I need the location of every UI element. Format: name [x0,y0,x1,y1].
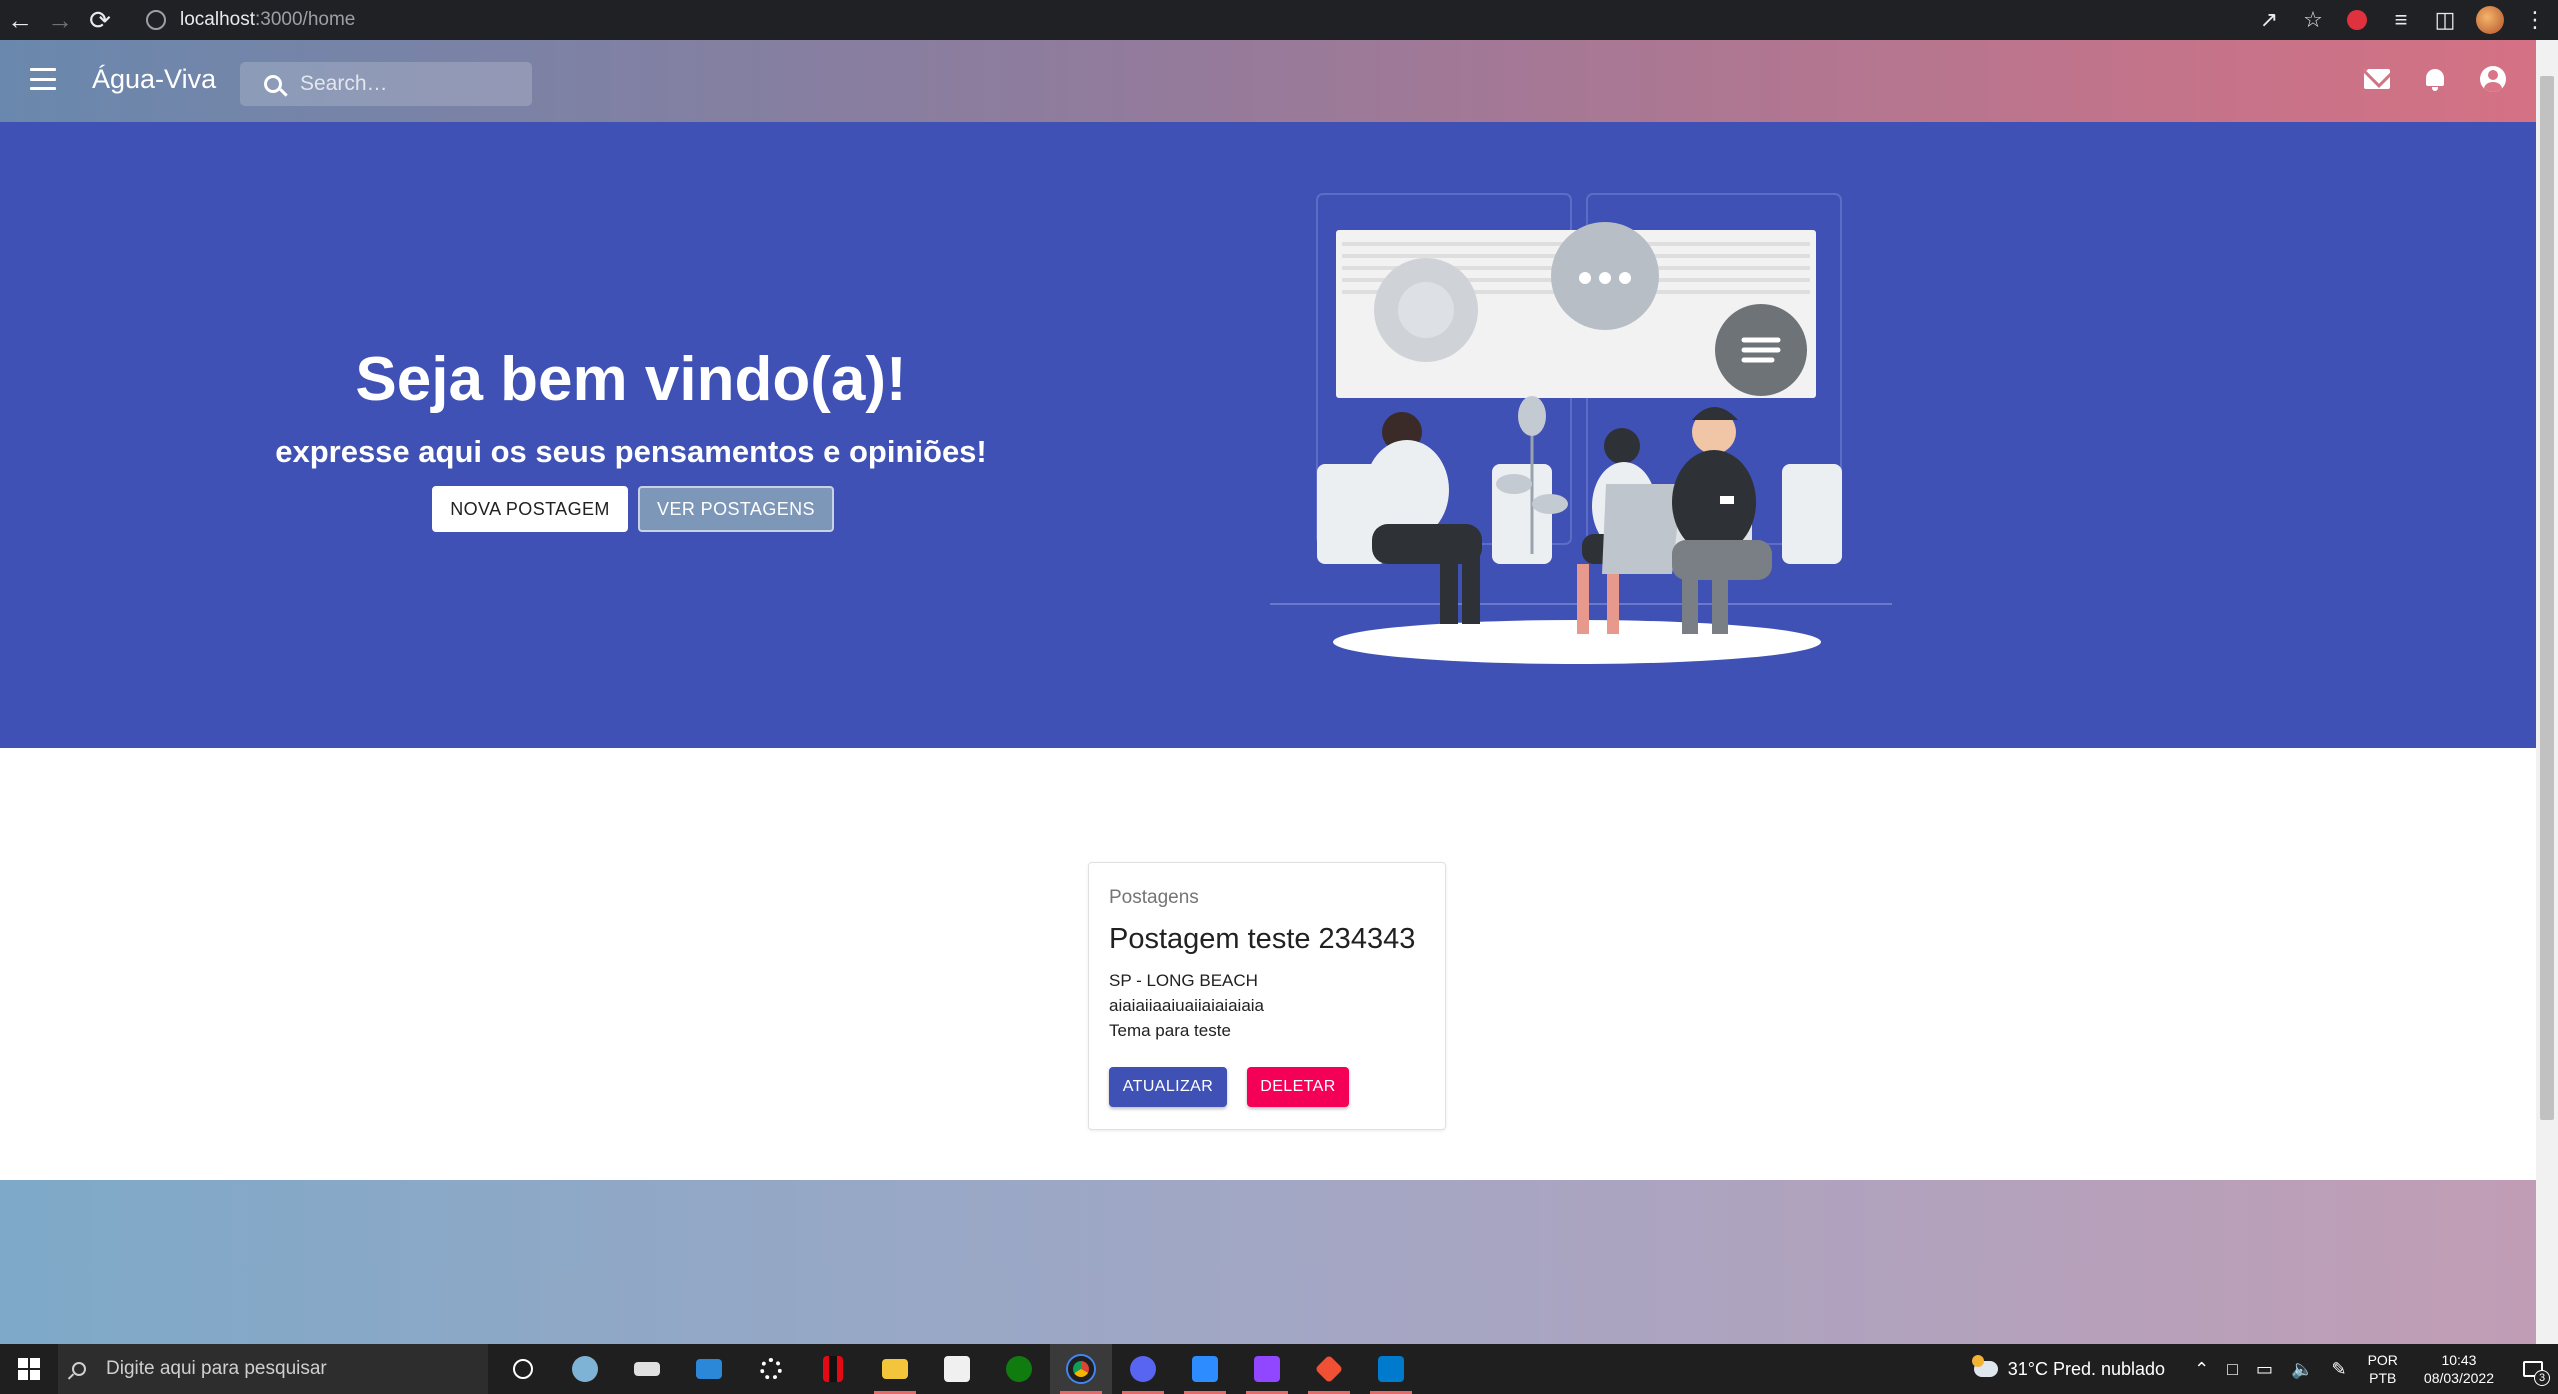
twitch-app-icon[interactable] [1236,1344,1298,1394]
footer [0,1180,2536,1344]
clock-time: 10:43 [2441,1352,2477,1368]
browser-toolbar: ← → ⟳ localhost:3000/home ↗ ☆ ≡ ◫ ⋮ [0,0,2558,40]
browser-actions: ↗ ☆ ≡ ◫ ⋮ [2256,0,2548,40]
keyboard-layout: PTB [2369,1370,2397,1386]
store-app-icon[interactable] [926,1344,988,1394]
page-scrollbar[interactable] [2536,40,2558,1344]
post-text: aiaiaiiaaiuaiiaiaiaiaia [1109,996,1265,1015]
vscode-app-icon[interactable] [1360,1344,1422,1394]
account-icon[interactable] [2480,66,2506,92]
url-host: localhost [180,9,255,30]
post-location: SP - LONG BEACH [1109,971,1258,990]
forward-icon[interactable]: → [40,0,80,40]
back-icon[interactable]: ← [0,0,40,40]
weather-text: 31°C Pred. nublado [2007,1358,2166,1379]
notification-count: 3 [2534,1370,2550,1386]
zoom-app-icon[interactable] [1174,1344,1236,1394]
search-input[interactable] [300,72,520,96]
star-icon[interactable]: ☆ [2300,7,2326,33]
notification-center-icon[interactable]: 3 [2508,1344,2558,1394]
pen-icon[interactable]: ✎ [2331,1359,2346,1380]
notifications-icon[interactable] [2424,67,2446,91]
tab-all-posts[interactable]: TODAS AS POSTAGENS [1062,770,1273,791]
app-bar: Água-Viva [0,40,2536,122]
windows-taskbar: Digite aqui para pesquisar 31°C Pred. nu… [0,1344,2558,1394]
mail-app-icon[interactable] [678,1344,740,1394]
xbox-app-icon[interactable] [988,1344,1050,1394]
menu-icon[interactable] [30,68,56,90]
search-icon [264,75,282,93]
profile-icon[interactable] [2476,6,2504,34]
hero-subtitle: expresse aqui os seus pensamentos e opin… [275,434,987,469]
post-title: Postagem teste 234343 [1109,923,1416,955]
stack-app-icon[interactable] [616,1344,678,1394]
extension-icon[interactable] [2344,7,2370,33]
tab-about[interactable]: SOBRE-NÓS [1332,770,1443,791]
view-posts-button[interactable]: VER POSTAGENS [638,486,834,532]
playlist-icon[interactable]: ≡ [2388,7,2414,33]
clock[interactable]: 10:43 08/03/2022 [2424,1351,2494,1387]
taskbar-search[interactable]: Digite aqui para pesquisar [58,1344,488,1394]
search-field[interactable] [240,62,532,106]
address-bar[interactable]: localhost:3000/home [136,4,2196,36]
tabs-bar: TODAS AS POSTAGENS SOBRE-NÓS [0,746,2536,810]
settings-app-icon[interactable] [740,1344,802,1394]
share-icon[interactable]: ↗ [2256,7,2282,33]
taskbar-apps [492,1344,1422,1394]
discord-app-icon[interactable] [1112,1344,1174,1394]
scrollbar-thumb[interactable] [2540,76,2554,1120]
post-theme: Tema para teste [1109,1021,1231,1040]
new-post-button[interactable]: NOVA POSTAGEM [432,486,628,532]
posts-section: Postagens Postagem teste 234343 SP - LON… [0,812,2536,1180]
appbar-actions [2364,66,2506,92]
paint-app-icon[interactable] [554,1344,616,1394]
hero-section: Seja bem vindo(a)! expresse aqui os seus… [0,122,2536,790]
site-info-icon[interactable] [146,10,166,30]
language-indicator[interactable]: POR PTB [2368,1351,2398,1387]
taskbar-search-placeholder: Digite aqui para pesquisar [106,1358,327,1379]
delete-button[interactable]: DELETAR [1247,1067,1349,1107]
tray-chevron-icon[interactable]: ⌃ [2194,1359,2209,1380]
tray-device-icon[interactable]: □ [2227,1359,2238,1380]
app-title: Água-Viva [92,64,217,94]
meeting-illustration [1270,193,1892,664]
chrome-app-icon[interactable] [1050,1344,1112,1394]
netflix-app-icon[interactable] [802,1344,864,1394]
mail-icon[interactable] [2364,69,2390,89]
cortana-icon[interactable] [492,1344,554,1394]
reload-icon[interactable]: ⟳ [80,0,120,40]
weather-widget[interactable]: 31°C Pred. nublado [1971,1355,2166,1380]
sidebar-icon[interactable]: ◫ [2432,7,2458,33]
post-card: Postagens Postagem teste 234343 SP - LON… [1088,862,1446,1130]
clock-date: 08/03/2022 [2423,1370,2494,1386]
language-code: POR [2367,1352,2398,1368]
volume-icon[interactable]: 🔈 [2291,1359,2313,1380]
kebab-menu-icon[interactable]: ⋮ [2522,7,2548,33]
file-explorer-icon[interactable] [864,1344,926,1394]
git-app-icon[interactable] [1298,1344,1360,1394]
network-icon[interactable]: ▭ [2256,1359,2273,1380]
system-tray: 31°C Pred. nublado ⌃ □ ▭ 🔈 ✎ POR PTB 10:… [1971,1344,2558,1394]
url-path: :3000/home [255,9,356,30]
update-button[interactable]: ATUALIZAR [1109,1067,1227,1107]
taskbar-search-icon [72,1362,86,1376]
weather-cloud-icon [1971,1355,1998,1377]
windows-start-icon[interactable] [0,1344,58,1394]
hero-title: Seja bem vindo(a)! [355,345,907,414]
post-overline: Postagens [1109,887,1199,908]
